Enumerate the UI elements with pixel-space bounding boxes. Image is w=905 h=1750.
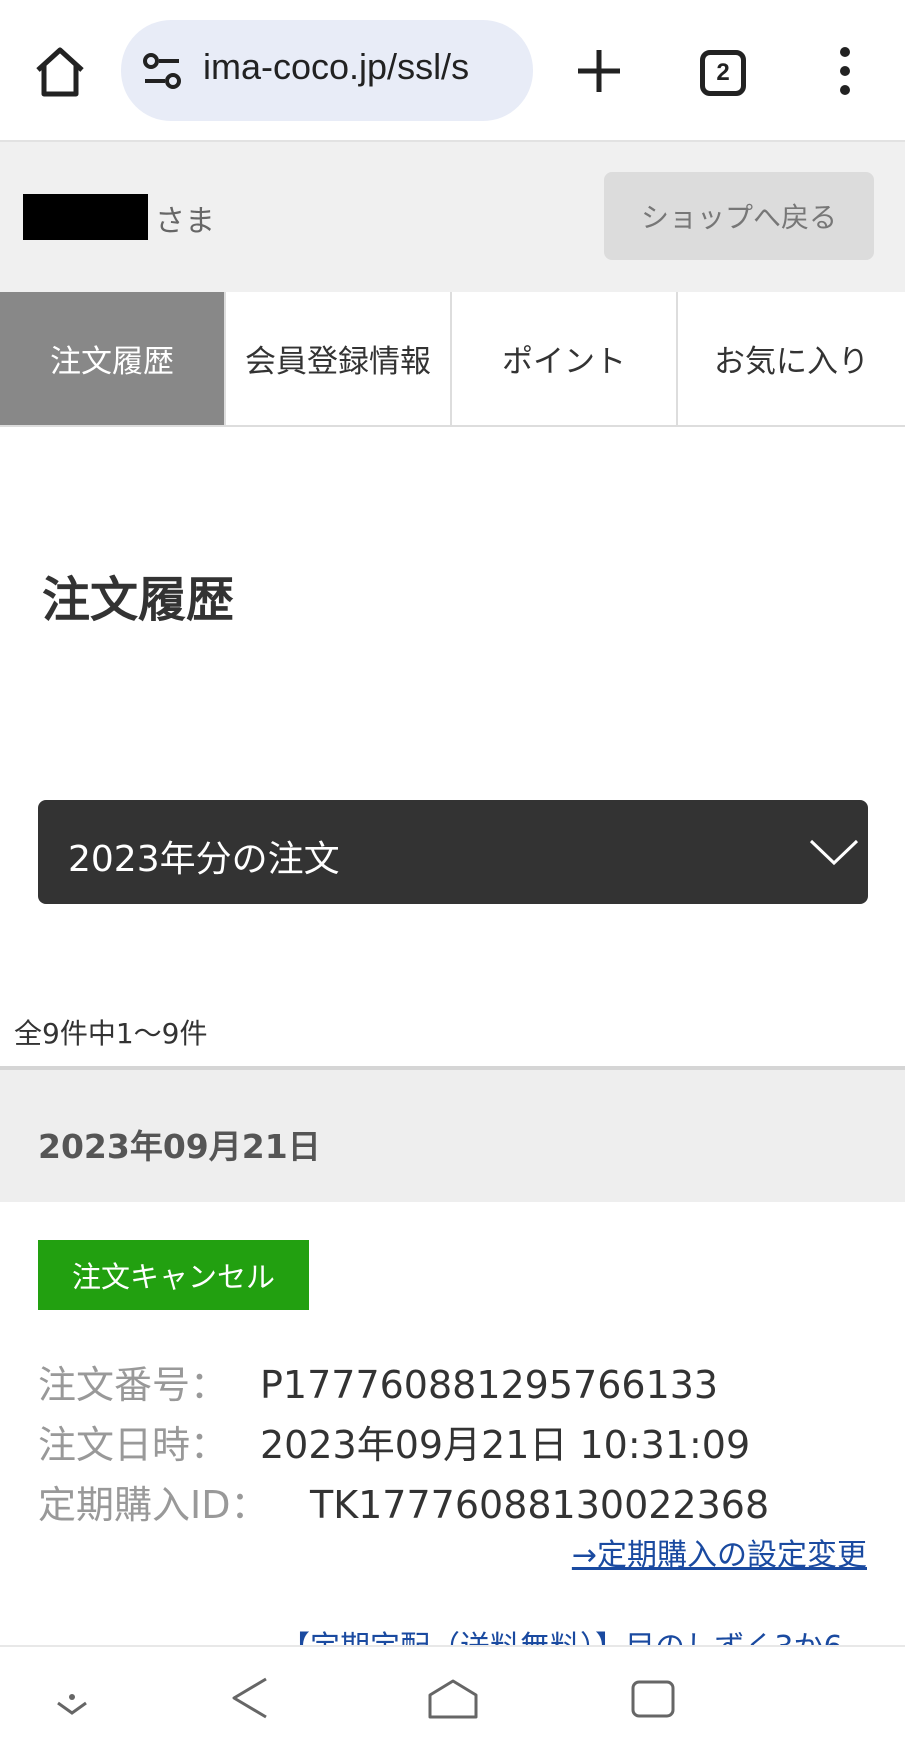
- user-header: さま ショップへ戻る: [0, 142, 905, 292]
- browser-toolbar: ima-coco.jp/ssl/s 2: [0, 0, 905, 142]
- result-count: 全9件中1〜9件: [14, 1017, 208, 1050]
- address-bar[interactable]: ima-coco.jp/ssl/s: [121, 20, 533, 121]
- page-title: 注文履歴: [42, 572, 235, 628]
- tab-order-history[interactable]: 注文履歴: [0, 292, 226, 425]
- order-number-label: 注文番号：: [38, 1363, 229, 1407]
- order-datetime: 2023年09月21日 10:31:09: [260, 1423, 751, 1467]
- order-number: P177760881295766133: [260, 1363, 719, 1407]
- year-select[interactable]: 2023年分の注文: [38, 800, 868, 904]
- tab-switcher-button[interactable]: 2: [700, 50, 746, 96]
- subscription-id-label: 定期購入ID：: [38, 1483, 269, 1527]
- tab-favorites[interactable]: お気に入り: [678, 292, 905, 425]
- tab-points[interactable]: ポイント: [452, 292, 678, 425]
- more-options-icon[interactable]: [830, 46, 860, 96]
- order-datetime-row: 注文日時： 2023年09月21日 10:31:09: [38, 1414, 750, 1469]
- order-date: 2023年09月21日: [38, 1127, 321, 1166]
- recent-apps-icon[interactable]: [630, 1679, 676, 1719]
- order-datetime-label: 注文日時：: [38, 1423, 229, 1467]
- system-navigation-bar: [0, 1645, 905, 1750]
- year-select-value: 2023年分の注文: [68, 839, 340, 880]
- back-icon[interactable]: [228, 1675, 272, 1721]
- home-icon[interactable]: [30, 42, 90, 102]
- url-text[interactable]: ima-coco.jp/ssl/s: [203, 46, 469, 88]
- account-tabs: 注文履歴 会員登録情報 ポイント お気に入り: [0, 292, 905, 427]
- subscription-settings-link[interactable]: →定期購入の設定変更: [572, 1530, 867, 1574]
- hide-keyboard-icon[interactable]: [52, 1691, 92, 1721]
- order-number-row: 注文番号： P177760881295766133: [38, 1354, 718, 1409]
- tab-member-info[interactable]: 会員登録情報: [226, 292, 452, 425]
- new-tab-icon[interactable]: [572, 44, 626, 98]
- order-date-header: 2023年09月21日: [0, 1066, 905, 1202]
- subscription-id: TK17776088130022368: [310, 1483, 770, 1527]
- tab-count: 2: [716, 59, 730, 86]
- home-nav-icon[interactable]: [426, 1677, 480, 1721]
- redacted-username: [23, 194, 148, 240]
- chevron-down-icon: [809, 839, 859, 866]
- back-to-shop-button[interactable]: ショップへ戻る: [604, 172, 874, 260]
- subscription-id-row: 定期購入ID： TK17776088130022368: [38, 1474, 769, 1529]
- site-settings-icon[interactable]: [141, 52, 183, 90]
- status-badge: 注文キャンセル: [38, 1240, 309, 1310]
- user-honorific: さま: [155, 204, 215, 239]
